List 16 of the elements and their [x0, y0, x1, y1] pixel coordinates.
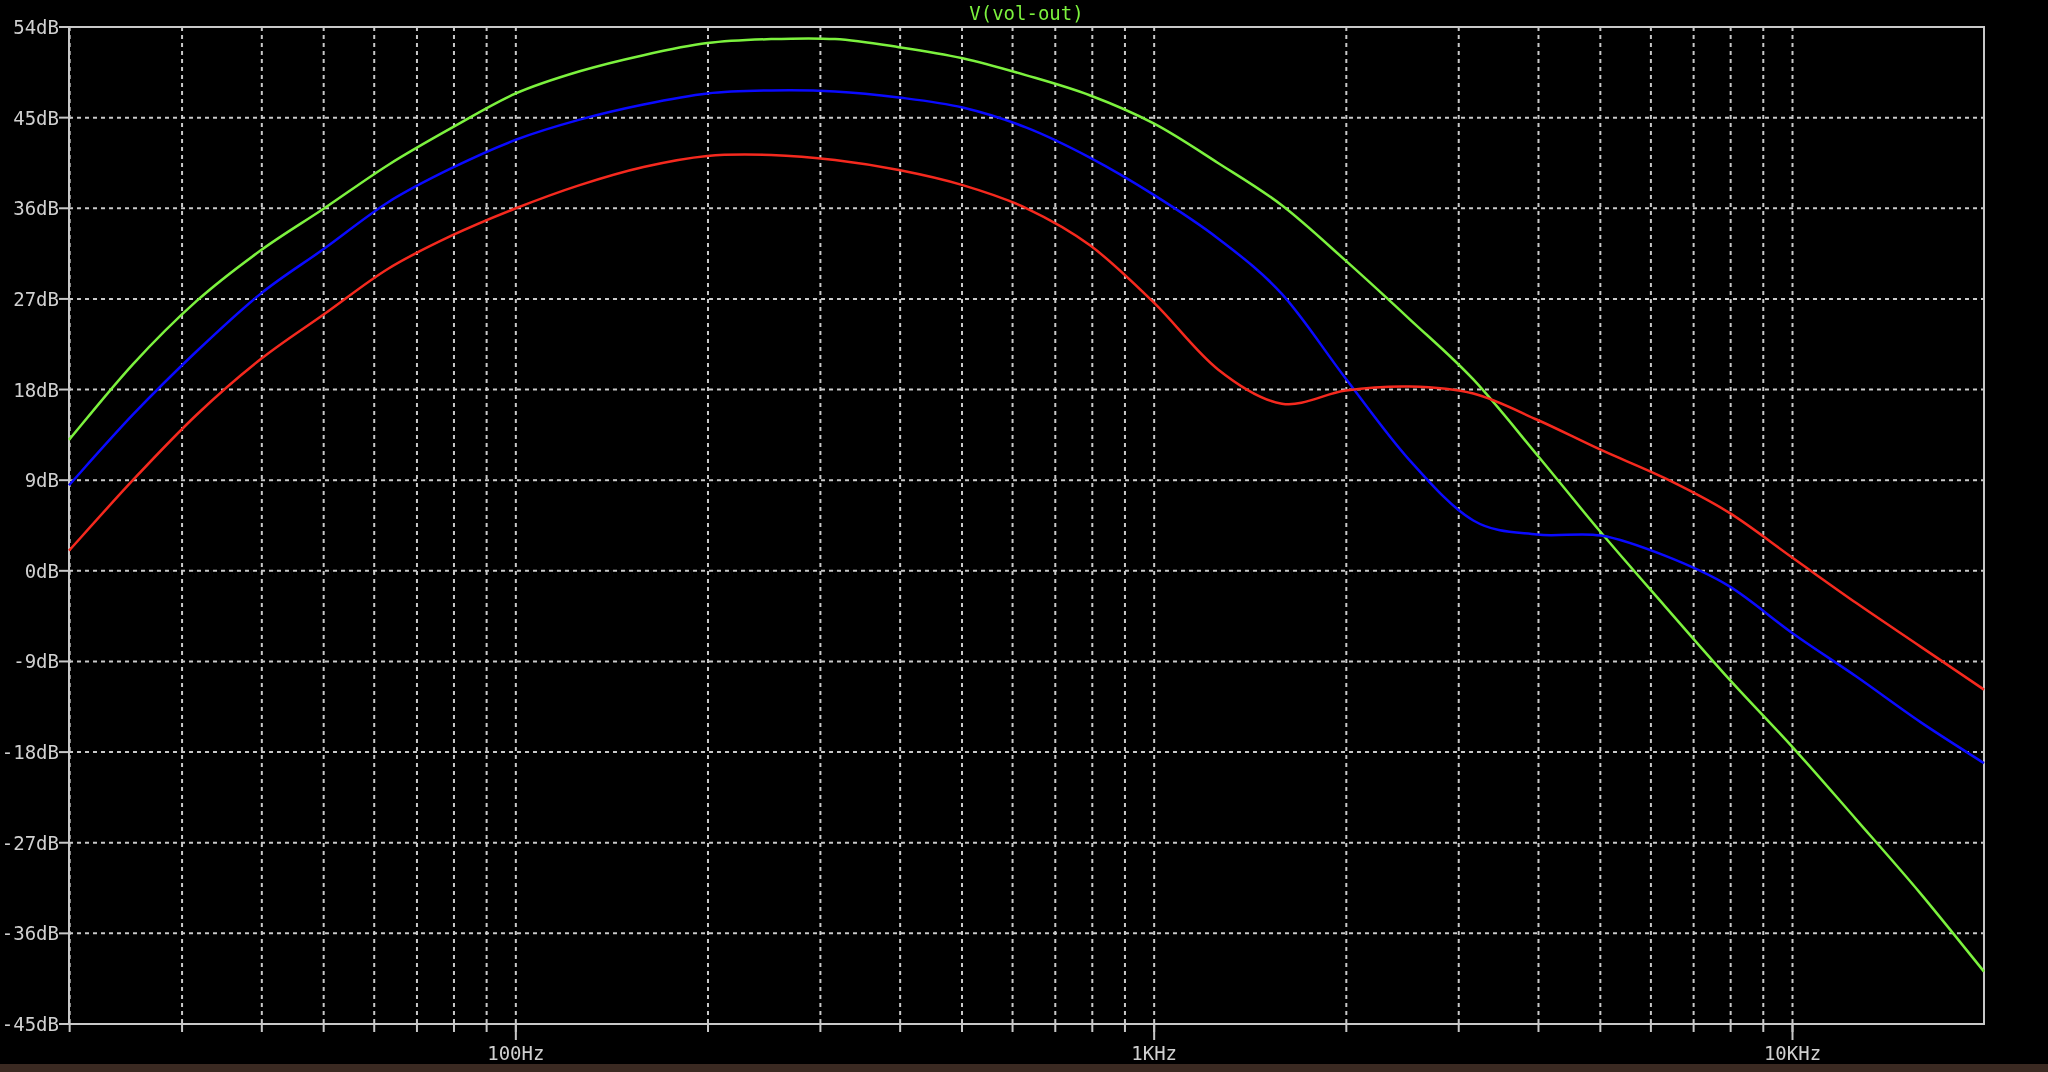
axis-tick-label: -45dB — [1, 1013, 59, 1035]
axis-tick-label: 0dB — [24, 559, 59, 582]
axis-tick-label: 27dB — [13, 287, 59, 310]
axis-tick-label: -9dB — [13, 650, 59, 673]
axis-tick-label: 36dB — [13, 197, 59, 220]
axis-tick-label: 45dB — [13, 106, 59, 129]
chart-title: V(vol-out) — [969, 2, 1084, 24]
axis-tick-label: -36dB — [1, 922, 59, 945]
axis-tick-label: -27dB — [1, 831, 59, 854]
axis-tick-label: 100Hz — [487, 1042, 545, 1064]
axis-tick-label: 18dB — [13, 378, 59, 401]
axis-tick-label: 9dB — [24, 469, 59, 492]
axis-tick-label: 10KHz — [1763, 1042, 1822, 1064]
axis-tick-label: 54dB — [13, 16, 59, 38]
axis-tick-label: 1KHz — [1131, 1042, 1178, 1064]
axis-tick-label: -18dB — [1, 741, 59, 764]
